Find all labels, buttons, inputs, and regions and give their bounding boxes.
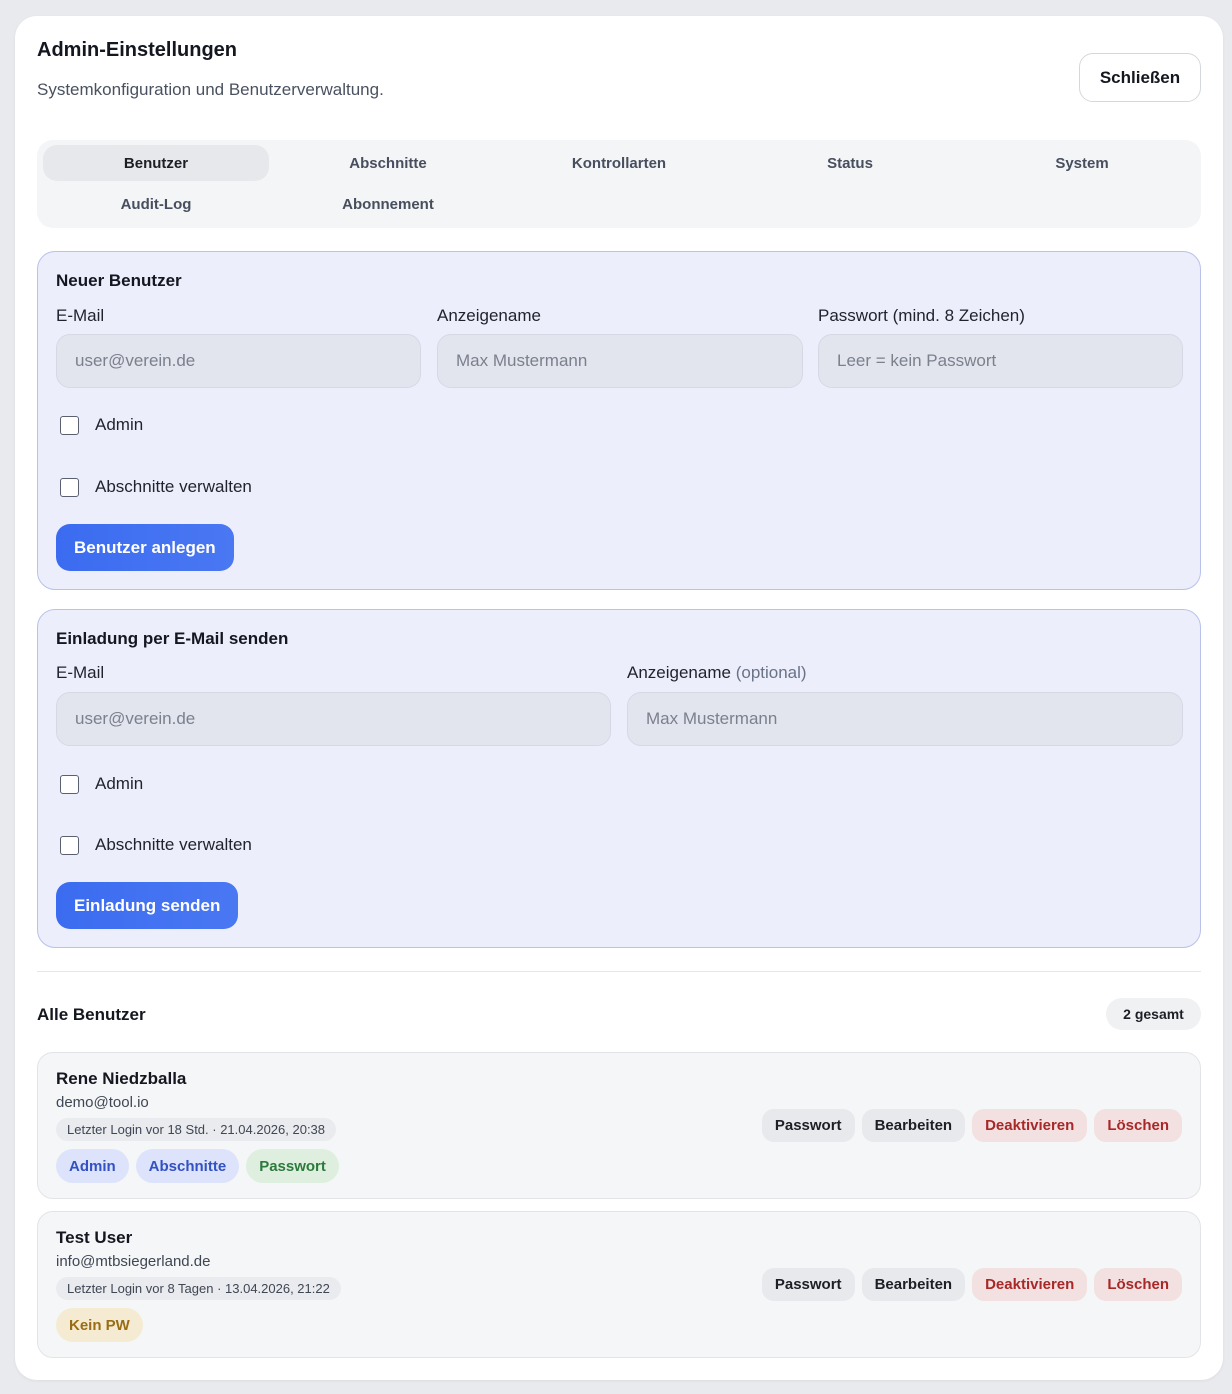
- new-user-password-label: Passwort (mind. 8 Zeichen): [818, 306, 1025, 325]
- invite-name-label: Anzeigename (optional): [627, 663, 807, 682]
- tab-system[interactable]: System: [969, 145, 1195, 181]
- sections-checkbox[interactable]: [60, 477, 79, 497]
- page-subtitle: Systemkonfiguration und Benutzerverwaltu…: [37, 80, 384, 99]
- tag-kein-pw: Kein PW: [56, 1308, 143, 1342]
- tag-admin: Admin: [56, 1149, 129, 1183]
- user-email: info@mtbsiegerland.de: [56, 1253, 211, 1270]
- new-user-name-label: Anzeigename: [437, 306, 541, 325]
- tab-bar: Benutzer Abschnitte Kontrollarten Status…: [37, 140, 1201, 228]
- optional-hint: (optional): [735, 663, 807, 682]
- page-title: Admin-Einstellungen: [37, 39, 237, 61]
- delete-button[interactable]: Löschen: [1094, 1109, 1182, 1142]
- user-tags: Kein PW: [56, 1308, 143, 1342]
- user-tags: Admin Abschnitte Passwort: [56, 1149, 339, 1183]
- tab-status[interactable]: Status: [737, 145, 963, 181]
- divider: [37, 971, 1201, 972]
- new-user-sections-row[interactable]: Abschnitte verwalten: [60, 477, 252, 497]
- edit-button[interactable]: Bearbeiten: [861, 1109, 966, 1142]
- user-email: demo@tool.io: [56, 1094, 149, 1111]
- new-user-card: Neuer Benutzer E-Mail Anzeigename Passwo…: [37, 251, 1201, 590]
- new-user-name-input[interactable]: [437, 334, 803, 388]
- tab-abonnement[interactable]: Abonnement: [275, 186, 501, 222]
- tab-kontrollarten[interactable]: Kontrollarten: [506, 145, 732, 181]
- user-card: Test User info@mtbsiegerland.de Letzter …: [37, 1211, 1201, 1358]
- new-user-admin-row[interactable]: Admin: [60, 415, 143, 435]
- invite-admin-row[interactable]: Admin: [60, 774, 143, 794]
- new-user-email-label: E-Mail: [56, 306, 105, 325]
- tag-abschnitte: Abschnitte: [135, 1149, 240, 1183]
- tab-benutzer[interactable]: Benutzer: [43, 145, 269, 181]
- user-count-badge: 2 gesamt: [1106, 998, 1201, 1030]
- sections-checkbox-label: Abschnitte verwalten: [95, 477, 252, 496]
- user-name: Rene Niedzballa: [56, 1069, 187, 1088]
- deactivate-button[interactable]: Deaktivieren: [972, 1109, 1088, 1142]
- new-user-password-input[interactable]: [818, 334, 1183, 388]
- tab-audit-log[interactable]: Audit-Log: [43, 186, 269, 222]
- invite-name-input[interactable]: [627, 692, 1183, 746]
- sections-checkbox[interactable]: [60, 835, 79, 855]
- invite-card: Einladung per E-Mail senden E-Mail Anzei…: [37, 609, 1201, 948]
- sections-checkbox-label: Abschnitte verwalten: [95, 835, 252, 854]
- tag-passwort: Passwort: [246, 1149, 339, 1183]
- deactivate-button[interactable]: Deaktivieren: [972, 1268, 1088, 1301]
- invite-email-label: E-Mail: [56, 663, 105, 682]
- admin-checkbox[interactable]: [60, 774, 79, 794]
- admin-checkbox-label: Admin: [95, 415, 144, 434]
- close-button[interactable]: Schließen: [1079, 53, 1201, 102]
- last-login-pill: Letzter Login vor 8 Tagen · 13.04.2026, …: [56, 1277, 341, 1300]
- admin-checkbox[interactable]: [60, 415, 79, 435]
- user-card: Rene Niedzballa demo@tool.io Letzter Log…: [37, 1052, 1201, 1199]
- user-actions: Passwort Bearbeiten Deaktivieren Löschen: [761, 1268, 1182, 1301]
- delete-button[interactable]: Löschen: [1094, 1268, 1182, 1301]
- user-actions: Passwort Bearbeiten Deaktivieren Löschen: [761, 1109, 1182, 1142]
- tab-abschnitte[interactable]: Abschnitte: [275, 145, 501, 181]
- admin-checkbox-label: Admin: [95, 774, 144, 793]
- create-user-button[interactable]: Benutzer anlegen: [56, 524, 234, 571]
- password-button[interactable]: Passwort: [761, 1109, 855, 1142]
- send-invite-button[interactable]: Einladung senden: [56, 882, 239, 929]
- invite-email-input[interactable]: [56, 692, 611, 746]
- all-users-title: Alle Benutzer: [37, 1005, 146, 1024]
- new-user-email-input[interactable]: [56, 334, 421, 388]
- edit-button[interactable]: Bearbeiten: [861, 1268, 966, 1301]
- new-user-title: Neuer Benutzer: [56, 271, 182, 290]
- last-login-pill: Letzter Login vor 18 Std. · 21.04.2026, …: [56, 1118, 337, 1141]
- invite-title: Einladung per E-Mail senden: [56, 629, 289, 648]
- user-name: Test User: [56, 1228, 133, 1247]
- password-button[interactable]: Passwort: [761, 1268, 855, 1301]
- invite-sections-row[interactable]: Abschnitte verwalten: [60, 835, 252, 855]
